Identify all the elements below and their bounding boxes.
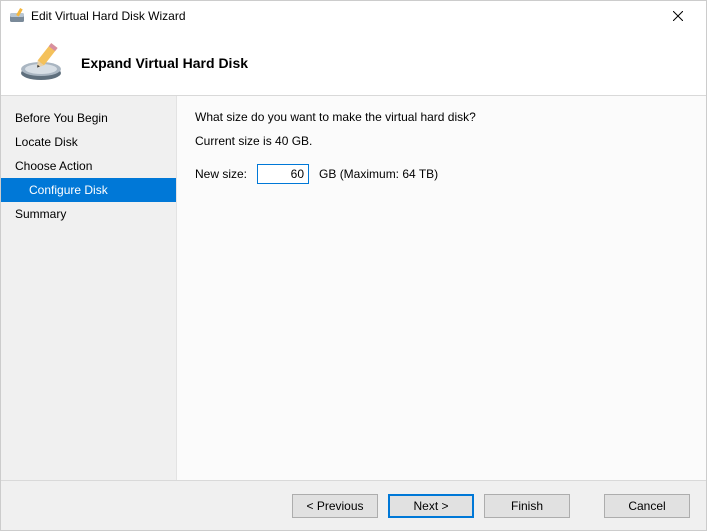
close-button[interactable] [662, 4, 694, 28]
finish-button[interactable]: Finish [484, 494, 570, 518]
main-panel: What size do you want to make the virtua… [176, 96, 706, 480]
disk-pencil-icon [17, 43, 65, 83]
wizard-app-icon [9, 8, 25, 24]
titlebar: Edit Virtual Hard Disk Wizard [1, 1, 706, 31]
previous-button[interactable]: < Previous [292, 494, 378, 518]
footer-button-bar: < Previous Next > Finish Cancel [1, 480, 706, 530]
header-band: Expand Virtual Hard Disk [1, 31, 706, 96]
page-title: Expand Virtual Hard Disk [81, 55, 248, 71]
step-choose-action[interactable]: Choose Action [1, 154, 176, 178]
current-size-text: Current size is 40 GB. [195, 134, 688, 148]
step-summary[interactable]: Summary [1, 202, 176, 226]
cancel-button[interactable]: Cancel [604, 494, 690, 518]
new-size-input[interactable] [257, 164, 309, 184]
new-size-suffix: GB (Maximum: 64 TB) [319, 167, 438, 181]
window-title: Edit Virtual Hard Disk Wizard [31, 9, 186, 23]
size-prompt: What size do you want to make the virtua… [195, 110, 688, 124]
new-size-label: New size: [195, 167, 247, 181]
new-size-row: New size: GB (Maximum: 64 TB) [195, 164, 688, 184]
next-button[interactable]: Next > [388, 494, 474, 518]
wizard-steps-sidebar: Before You Begin Locate Disk Choose Acti… [1, 96, 176, 480]
step-before-you-begin[interactable]: Before You Begin [1, 106, 176, 130]
titlebar-left: Edit Virtual Hard Disk Wizard [9, 8, 186, 24]
step-locate-disk[interactable]: Locate Disk [1, 130, 176, 154]
content-area: Before You Begin Locate Disk Choose Acti… [1, 96, 706, 480]
step-configure-disk[interactable]: Configure Disk [1, 178, 176, 202]
